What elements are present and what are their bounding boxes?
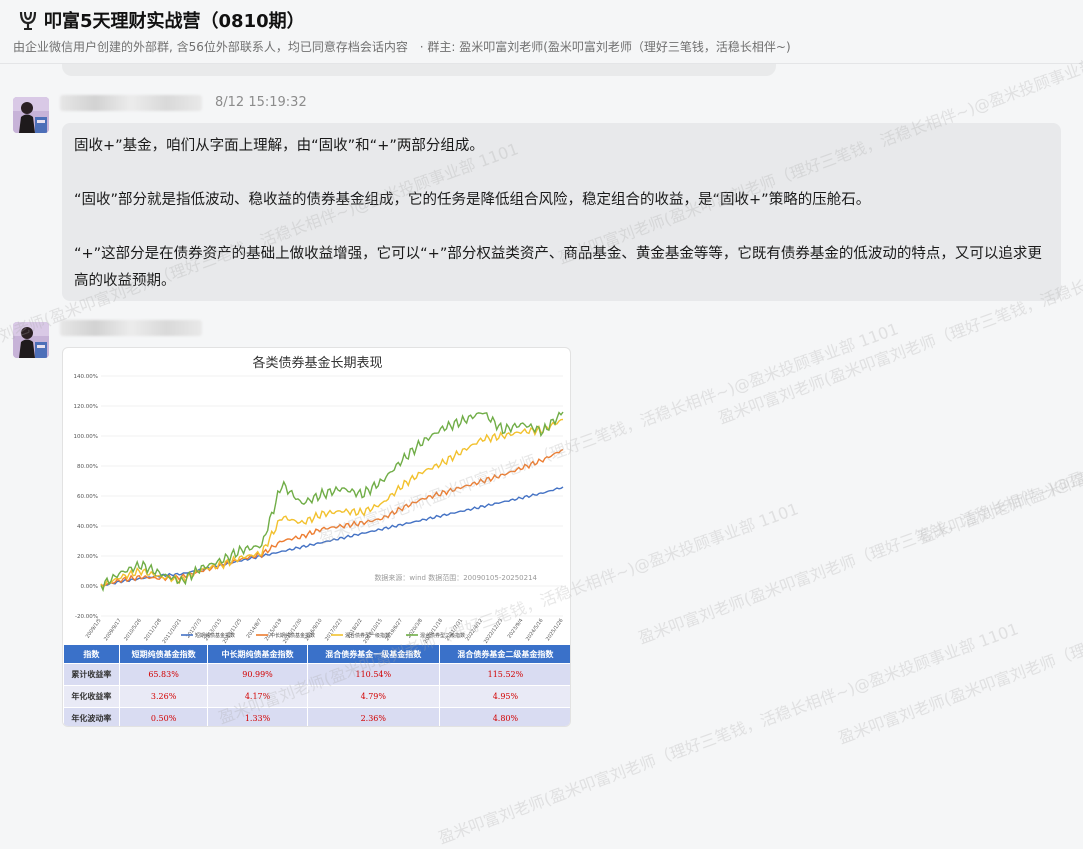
x-tick-label: 2017/5/23 [324, 618, 344, 642]
x-tick-label: 2015/12/30 [282, 618, 303, 644]
bond-fund-performance-chart: -20.00% 0.00% 20.00% 40.00% 60.00% 80.00% 100.… [74, 374, 565, 644]
table-row: 年化波动率 0.50% 1.33% 2.36% 4.80% [63, 707, 570, 726]
x-tick-label: 2020/11/18 [423, 618, 444, 644]
message-paragraph: “固收”部分就是指低波动、稳收益的债券基金组成，它的任务是降低组合风险，稳定组合… [74, 192, 871, 208]
table-cell: 年化收益率 [63, 685, 120, 708]
x-tick-label: 2009/1/5 [85, 618, 103, 640]
table-cell: 0.50% [118, 707, 209, 726]
group-description: 由企业微信用户创建的外部群, 含56位外部联系人，均已同意存档会话内容 · 群主… [13, 38, 791, 55]
y-tick-label: 60.00% [77, 494, 98, 500]
previous-message-bubble [62, 64, 776, 76]
legend-label: 混合债券型二级指数 [420, 632, 465, 639]
table-cell: 4.80% [438, 707, 570, 726]
message-paragraph: 固收+”基金，咱们从字面上理解，由“固收”和“+”两部分组成。 [74, 138, 484, 154]
x-tick-label: 2010/5/26 [123, 618, 143, 642]
avatar-image [13, 97, 49, 133]
x-tick-label: 2024/5/16 [525, 618, 545, 642]
group-title[interactable]: 叩富5天理财实战营（0810期） [44, 7, 305, 33]
sender-avatar[interactable] [13, 322, 49, 358]
table-cell: 1.33% [207, 707, 308, 726]
y-tick-label: 120.00% [74, 404, 98, 410]
sender-name-redacted [60, 95, 202, 111]
x-tick-label: 2009/9/17 [103, 618, 123, 642]
y-tick-label: -20.00% [75, 614, 98, 620]
table-header-cell: 指数 [63, 644, 120, 664]
y-tick-label: 40.00% [77, 524, 98, 530]
title-row: 叩富5天理财实战营（0810期） [18, 7, 305, 33]
table-cell: 4.95% [438, 685, 570, 708]
x-tick-label: 2022/4/12 [465, 618, 485, 642]
chart-image-message[interactable]: 各类债券基金长期表现 -20.00% 0.00% 20.00% 40.00% 60.00… [62, 347, 571, 727]
table-cell: 累计收益率 [63, 663, 120, 686]
x-tick-label: 2011/10/21 [162, 618, 183, 644]
y-tick-label: 80.00% [77, 464, 98, 470]
y-tick-label: 0.00% [81, 584, 98, 590]
chat-header: 叩富5天理财实战营（0810期） 由企业微信用户创建的外部群, 含56位外部联系… [0, 0, 1083, 64]
series-line [100, 486, 564, 587]
y-tick-label: 140.00% [74, 374, 98, 380]
legend-label: 混合债券型一级指数 [345, 632, 390, 639]
table-cell: 3.26% [118, 685, 209, 708]
table-header-cell: 混合债券基金二级基金指数 [438, 644, 570, 664]
message-paragraph: “+”这部分是在债券资产的基础上做收益增强，它可以“+”部分权益类资产、商品基金… [74, 246, 1042, 289]
group-owner[interactable]: · 群主: 盈米叩富刘老师(盈米叩富刘老师（理好三笔钱，活稳长相伴~) [420, 40, 791, 54]
table-header-cell: 中长期纯债基金指数 [207, 644, 308, 664]
group-members-info: 由企业微信用户创建的外部群, 含56位外部联系人，均已同意存档会话内容 [13, 40, 408, 54]
chart-source-note: 数据来源：wind 数据范围：20090105-20250214 [374, 573, 537, 582]
table-cell: 4.17% [207, 685, 308, 708]
avatar-image [13, 322, 49, 358]
table-cell: 65.83% [118, 663, 209, 686]
watermark-text: 盈米叩富刘老师(盈米叩富刘老师（理好三笔钱，活稳长相伴~)@盈米投顾事业部 11… [915, 319, 1083, 548]
legend-label: 短期纯债基金指数 [195, 632, 235, 639]
x-tick-label: 2018/10/15 [362, 618, 383, 644]
table-cell: 90.99% [207, 663, 308, 686]
table-header-cell: 短期纯债基金指数 [118, 644, 209, 664]
table-cell: 4.79% [306, 685, 440, 708]
y-tick-label: 20.00% [77, 554, 98, 560]
series-line [100, 448, 564, 587]
x-tick-label: 2022/12/23 [483, 618, 504, 644]
x-tick-label: 2023/9/4 [507, 618, 525, 640]
table-cell: 110.54% [306, 663, 440, 686]
table-cell: 2.36% [306, 707, 440, 726]
x-tick-label: 2025/1/26 [545, 618, 565, 642]
group-chat-icon [19, 11, 37, 30]
table-cell: 年化波动率 [63, 707, 120, 726]
sender-name-redacted [60, 320, 202, 336]
message-bubble[interactable]: 固收+”基金，咱们从字面上理解，由“固收”和“+”两部分组成。 “固收”部分就是… [62, 123, 1061, 301]
table-row: 年化收益率 3.26% 4.17% 4.79% 4.95% [63, 685, 570, 708]
message-timestamp: 8/12 15:19:32 [215, 95, 307, 110]
watermark-text: 盈米叩富刘老师(盈米叩富刘老师（理好三笔钱，活稳长相伴~)@盈米投顾事业部 11… [635, 419, 1083, 648]
watermark-text: 盈米叩富刘老师(盈米叩富刘老师（理好三笔钱，活稳长相伴~)@盈米投顾事业部 11… [835, 519, 1083, 748]
legend-label: 中长期纯债基金指数 [270, 632, 315, 639]
table-row: 累计收益率 65.83% 90.99% 110.54% 115.52% [63, 663, 570, 686]
sender-avatar[interactable] [13, 97, 49, 133]
x-tick-label: 2014/8/7 [246, 618, 264, 640]
x-tick-label: 2013/11/25 [222, 618, 243, 644]
y-tick-label: 100.00% [74, 434, 98, 440]
series-line [100, 411, 564, 593]
table-header-cell: 混合债券基金一级基金指数 [306, 644, 440, 664]
x-tick-label: 2011/1/28 [143, 618, 163, 642]
table-cell: 115.52% [438, 663, 570, 686]
performance-table: 指数 短期纯债基金指数 中长期纯债基金指数 混合债券基金一级基金指数 混合债券基金二级基… [63, 644, 570, 726]
